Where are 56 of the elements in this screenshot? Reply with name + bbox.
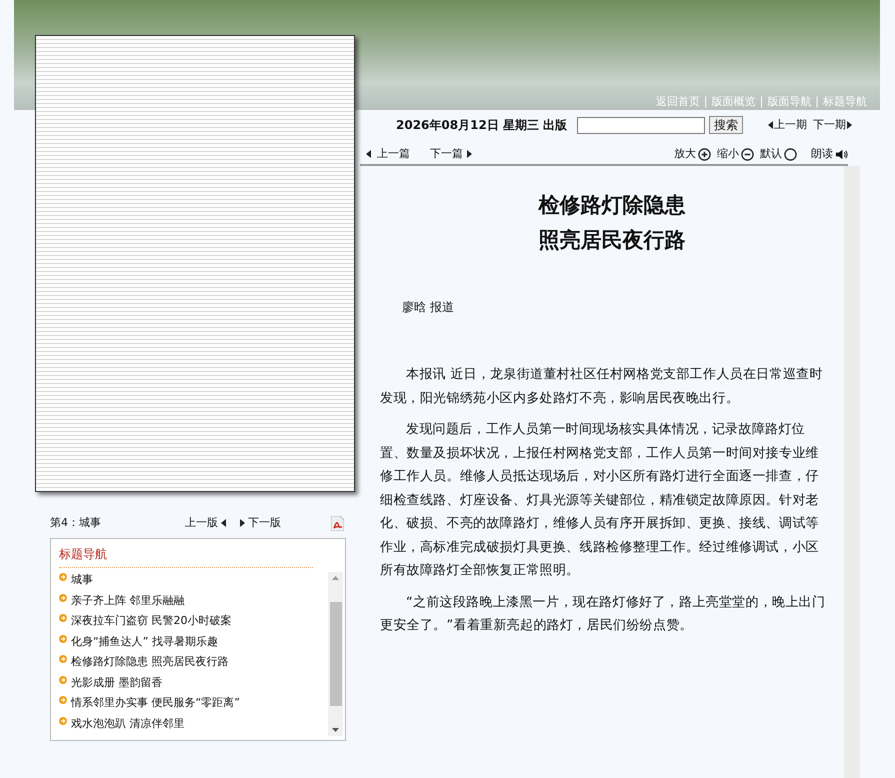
headline-link[interactable]: 情系邻里办实事 便民服务“零距离” — [59, 695, 328, 716]
arrow-bullet-icon — [59, 716, 67, 724]
headline-link[interactable]: 检修路灯除隐患 照亮居民夜行路 — [59, 654, 328, 674]
arrow-bullet-icon — [59, 594, 67, 602]
next-page-link[interactable]: 下一版 — [240, 514, 281, 532]
zoom-out-icon — [741, 148, 754, 160]
prev-issue-link[interactable]: 上一期 — [768, 116, 807, 134]
arrow-bullet-icon — [59, 676, 67, 684]
panel-title: 标题导航 — [59, 545, 313, 568]
left-triangle-icon — [221, 519, 226, 527]
article-title: 检修路灯除隐患 照亮居民夜行路 — [537, 192, 686, 254]
next-article-link[interactable]: 下一篇 — [430, 146, 472, 162]
text-tool-button[interactable]: 默认 — [760, 146, 797, 162]
text-tool-button[interactable]: 朗读 — [811, 146, 848, 162]
right-triangle-icon — [847, 121, 852, 129]
article-scrollbar[interactable] — [844, 166, 860, 778]
headline-link[interactable]: 戏水泡泡趴 清凉伴邻里 — [59, 716, 328, 736]
article-paragraph: “之前这段路晚上漆黑一片，现在路灯修好了，路上亮堂堂的，晚上出门更安全了。”看着重新亮起的路灯，居民们纷纷点赞。 — [380, 594, 826, 635]
headline-link[interactable]: 光影成册 墨韵留香 — [59, 674, 328, 695]
headline-link[interactable]: 深夜拉车门盗窃 民警20小时破案 — [59, 613, 328, 634]
circle-icon — [784, 148, 797, 160]
arrow-bullet-icon — [59, 634, 67, 642]
prev-page-link[interactable]: 上一版 — [185, 514, 226, 532]
scrollbar[interactable] — [328, 572, 343, 736]
scroll-down-icon[interactable] — [332, 728, 339, 732]
headline-link[interactable]: 化身“捕鱼达人” 找寻暑期乐趣 — [59, 634, 328, 654]
newspaper-page-scan[interactable] — [35, 35, 355, 492]
article-paragraph: 本报讯 近日，龙泉街道董村社区任村网格党支部工作人员在日常巡查时发现，阳光锦绣苑小区内多处路灯不亮，影响居民夜晚出行。 — [380, 366, 824, 408]
pdf-icon[interactable] — [331, 516, 344, 530]
headline-link[interactable]: 亲子齐上阵 邻里乐融融 — [59, 592, 328, 613]
search-button[interactable]: 搜索 — [709, 116, 743, 134]
right-triangle-icon — [240, 519, 245, 527]
zoom-in-icon — [698, 148, 711, 160]
speaker-icon — [835, 148, 848, 160]
next-issue-link[interactable]: 下一期 — [813, 116, 852, 134]
link-separator: | — [704, 94, 708, 110]
arrow-bullet-icon — [59, 696, 67, 704]
link-separator: | — [815, 94, 819, 110]
text-tool-button[interactable]: 缩小 — [717, 146, 754, 162]
arrow-bullet-icon — [59, 614, 67, 622]
edition-date: 2026年08月12日 星期三 出版 — [396, 117, 568, 134]
arrow-bullet-icon — [59, 573, 67, 581]
left-triangle-icon — [768, 121, 773, 129]
text-tool-button[interactable]: 放大 — [674, 146, 711, 162]
link-separator: | — [760, 94, 764, 110]
prev-article-link[interactable]: 上一篇 — [366, 146, 410, 162]
search-field[interactable] — [577, 116, 705, 134]
right-triangle-icon — [467, 150, 472, 158]
scroll-up-icon[interactable] — [332, 576, 339, 580]
left-triangle-icon — [366, 150, 371, 158]
article-paragraph: 发现问题后，工作人员第一时间现场核实具体情况，记录故障路灯位置、数量及损坏状况，上报任村网格党支部，工作人员第一时间对接专业维修工作人员。维修人员抵达现场后，对小区所有路灯进行全面逐一排查，仔细检查线路、灯座设备、灯具光源等关键部位，精准锁定故障原因。针对老化、破损、不亮的故障路灯，维修人员有序开展拆卸、更换、接线、调试等作业，高标准完成破损灯具更换、线路检修整理工作。经过维修调试，小区所有故障路灯全部恢复正常照明。 — [380, 421, 820, 580]
page-label: 第4：城事 — [50, 514, 102, 531]
article-byline: 廖晗 报道 — [402, 299, 455, 316]
headline-link[interactable]: 城事 — [59, 572, 328, 592]
arrow-bullet-icon — [59, 655, 67, 663]
scrollbar-thumb[interactable] — [330, 602, 342, 706]
